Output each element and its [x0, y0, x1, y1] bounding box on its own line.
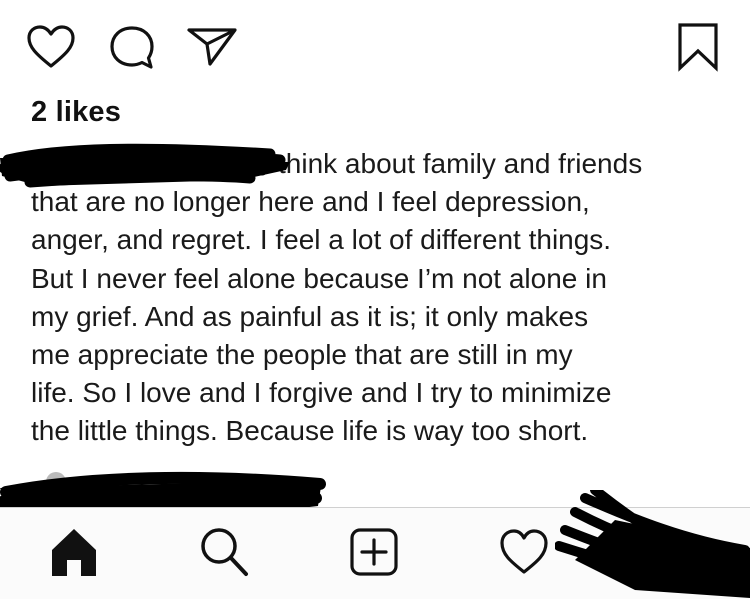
caption-line: the little things. Because life is way t…: [31, 415, 589, 447]
add-icon[interactable]: [348, 526, 400, 578]
share-icon[interactable]: [186, 26, 238, 68]
likes-count[interactable]: 2 likes: [31, 96, 121, 129]
activity-heart-icon[interactable]: [498, 526, 550, 578]
caption-line: But I never feel alone because I’m not a…: [31, 262, 607, 294]
search-icon[interactable]: [198, 526, 250, 578]
home-icon[interactable]: [48, 526, 100, 578]
caption-line: me appreciate the people that are still …: [31, 339, 573, 371]
heart-icon[interactable]: [26, 24, 76, 70]
caption-line: my grief. And as painful as it is; it on…: [31, 300, 589, 332]
caption-line: anger, and regret. I feel a lot of diffe…: [31, 224, 612, 256]
caption-line: life. So I love and I forgive and I try …: [31, 377, 612, 409]
redaction-scribble-profile: [555, 490, 750, 598]
redaction-scribble-username: [0, 143, 290, 188]
post-action-bar: [0, 0, 750, 90]
bookmark-icon[interactable]: [675, 22, 721, 72]
comment-icon[interactable]: [108, 25, 156, 71]
bottom-tab-bar: [0, 490, 750, 599]
